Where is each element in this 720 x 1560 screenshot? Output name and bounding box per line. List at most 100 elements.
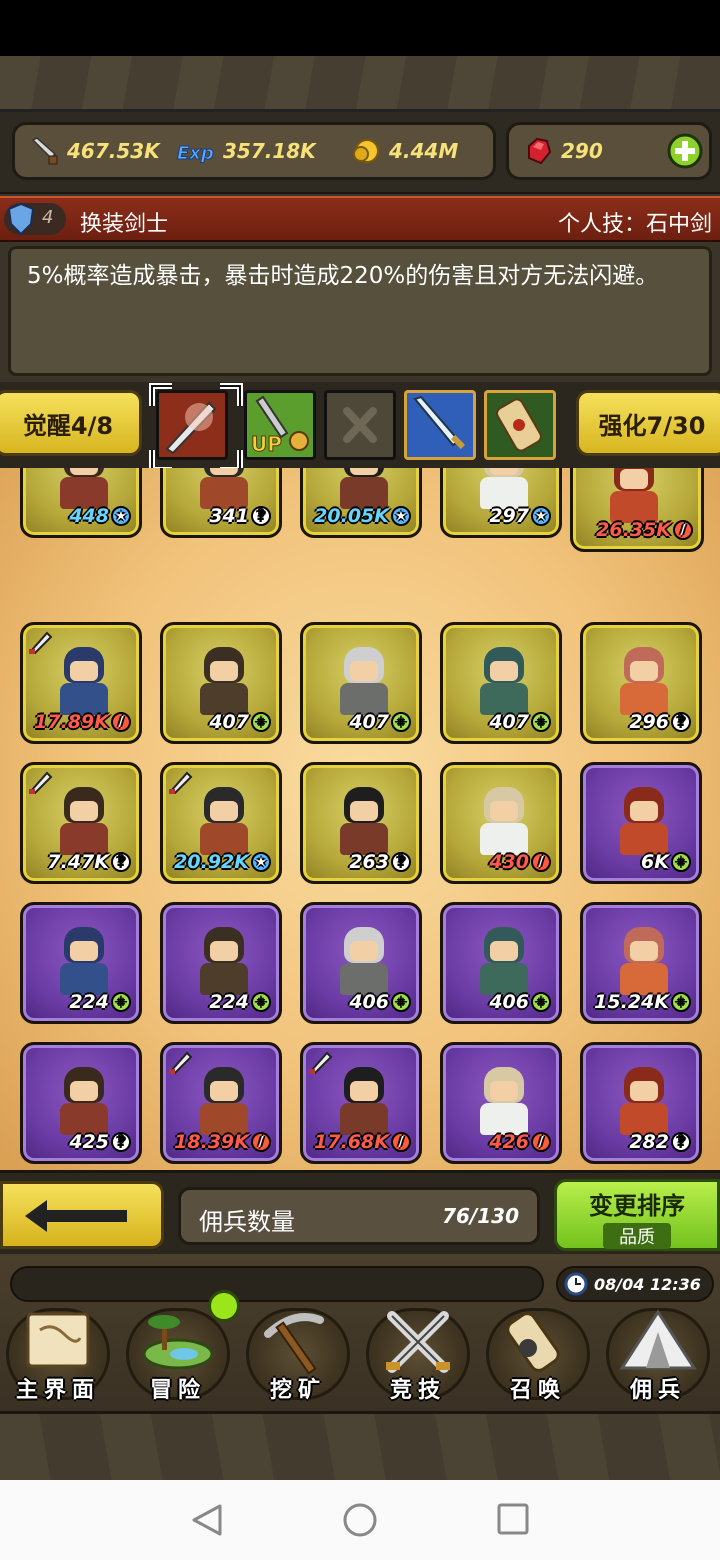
mercenary-card[interactable]: 20.05K ★ (300, 468, 422, 538)
nav-arena[interactable]: 竞技 (360, 1304, 476, 1404)
mercenary-card[interactable]: 263? (300, 762, 422, 884)
awaken-button[interactable]: 觉醒4/8 (0, 390, 142, 456)
mercenary-power-value: 224 (69, 991, 109, 1013)
nav-label: 冒险 (149, 1378, 206, 1403)
island-icon (142, 1315, 214, 1370)
plus-status-icon: + (391, 992, 411, 1012)
mercenary-card[interactable]: 282? (580, 1042, 702, 1164)
back-button[interactable] (0, 1181, 164, 1249)
mercenary-card[interactable]: 407 + (300, 622, 422, 744)
mercenary-power: 407 + (209, 711, 271, 733)
mercenary-card[interactable]: 7.47K? (20, 762, 142, 884)
mercenary-power-value: 224 (209, 991, 249, 1013)
mercenary-power-value: 6K (641, 851, 669, 873)
mercenary-card[interactable]: 224 + (20, 902, 142, 1024)
mercenary-power: 18.39K / (174, 1131, 271, 1153)
skill-slot-scroll[interactable] (484, 390, 556, 460)
notification-dot (208, 1290, 240, 1322)
scroll-skill-icon (496, 398, 542, 452)
sword-icon (31, 137, 58, 165)
attack-stat: 467.53K (29, 125, 160, 177)
mercenary-power: 448 ★ (69, 505, 131, 527)
nav-mercenary[interactable]: 佣兵 (600, 1304, 716, 1404)
top-decor-strip (0, 56, 720, 112)
back-nav-icon[interactable] (190, 1502, 224, 1538)
sword-status-icon: / (531, 852, 551, 872)
mercenary-card[interactable]: 406 + (300, 902, 422, 1024)
hero-level: 4 (42, 207, 54, 228)
mercenary-card[interactable]: 18.39K / (160, 1042, 282, 1164)
mercenary-power: 20.05K ★ (314, 505, 411, 527)
status-bar (0, 0, 720, 56)
clock-icon (564, 1272, 588, 1296)
gold-stat: 4.44M (351, 125, 458, 177)
svg-text:Exp: Exp (177, 143, 214, 164)
mercenary-portrait (56, 787, 112, 859)
unknown-status-icon: ? (251, 506, 271, 526)
mercenary-card[interactable]: 296? (580, 622, 702, 744)
mercenary-power: 426/ (489, 1131, 551, 1153)
recents-nav-icon[interactable] (496, 1502, 530, 1536)
home-nav-icon[interactable] (342, 1502, 378, 1538)
mercenary-power-value: 430 (489, 851, 529, 873)
equipped-sword-icon (29, 771, 53, 795)
equipped-sword-icon (309, 1051, 333, 1075)
pickaxe-icon (264, 1313, 324, 1375)
skill-description-box: 5%概率造成暴击，暴击时造成220%的伤害且对方无法闪避。 (8, 246, 712, 376)
mercenary-power: 407 + (489, 711, 551, 733)
mercenary-portrait (616, 787, 672, 859)
summon-scroll-icon (506, 1312, 560, 1372)
nav-label: 竞技 (389, 1378, 446, 1403)
mercenary-card[interactable]: 406 + (440, 902, 562, 1024)
hero-name: 换装剑士 (80, 212, 169, 237)
mercenary-power-value: 341 (209, 505, 249, 527)
enhance-button[interactable]: 强化7/30 (576, 390, 720, 456)
mercenary-card[interactable]: 17.68K / (300, 1042, 422, 1164)
mercenary-card[interactable]: 6K + (580, 762, 702, 884)
mercenary-card[interactable]: 448 ★ (20, 468, 142, 538)
message-bar[interactable] (10, 1266, 544, 1302)
mercenary-card[interactable]: 407 + (160, 622, 282, 744)
nav-mining[interactable]: 挖矿 (240, 1304, 356, 1404)
mercenary-power-value: 407 (489, 711, 529, 733)
mercenary-power: 224 + (69, 991, 131, 1013)
mercenary-portrait (336, 787, 392, 859)
skill-slot-locked[interactable] (324, 390, 396, 460)
mercenary-card[interactable]: 426/ (440, 1042, 562, 1164)
sword-status-icon: / (673, 520, 693, 540)
mercenary-power: 20.92K ★ (174, 851, 271, 873)
mercenary-card[interactable]: 297 ★ (440, 468, 562, 538)
mercenary-portrait (56, 647, 112, 719)
mercenary-card[interactable]: 26.35K / (570, 468, 704, 552)
nav-main[interactable]: 主界面 (0, 1304, 116, 1404)
mercenary-power-value: 407 (349, 711, 389, 733)
mercenary-card[interactable]: 20.92K ★ (160, 762, 282, 884)
nav-summon[interactable]: 召唤 (480, 1304, 596, 1404)
mercenary-card[interactable]: 15.24K + (580, 902, 702, 1024)
svg-text:UP: UP (251, 432, 282, 456)
plus-status-icon: + (671, 992, 691, 1012)
mercenary-power-value: 407 (209, 711, 249, 733)
mercenary-power-value: 448 (69, 505, 109, 527)
nav-label: 挖矿 (269, 1378, 326, 1403)
mercenary-card[interactable]: 17.89K / (20, 622, 142, 744)
star-status-icon: ★ (391, 506, 411, 526)
mercenary-card[interactable]: 430/ (440, 762, 562, 884)
plus-status-icon: + (111, 992, 131, 1012)
mercenary-power-value: 282 (629, 1131, 669, 1153)
mercenary-card[interactable]: 224 + (160, 902, 282, 1024)
mercenary-card[interactable]: 407 + (440, 622, 562, 744)
skill-slot-upgrade[interactable]: UP (244, 390, 316, 460)
change-sort-button[interactable]: 变更排序 品质 (554, 1179, 720, 1251)
mercenary-card[interactable]: 341? (160, 468, 282, 538)
mercenary-power-value: 263 (349, 851, 389, 873)
mercenary-power: 263? (349, 851, 411, 873)
skill-description: 5%概率造成暴击，暴击时造成220%的伤害且对方无法闪避。 (27, 263, 659, 289)
skill-slot-sword[interactable] (404, 390, 476, 460)
sword-status-icon: / (531, 1132, 551, 1152)
mercenary-power: 341? (209, 505, 271, 527)
mercenary-card[interactable]: 425? (20, 1042, 142, 1164)
add-icon[interactable] (667, 133, 703, 169)
sort-mode: 品质 (603, 1223, 671, 1249)
mercenary-power: 430/ (489, 851, 551, 873)
